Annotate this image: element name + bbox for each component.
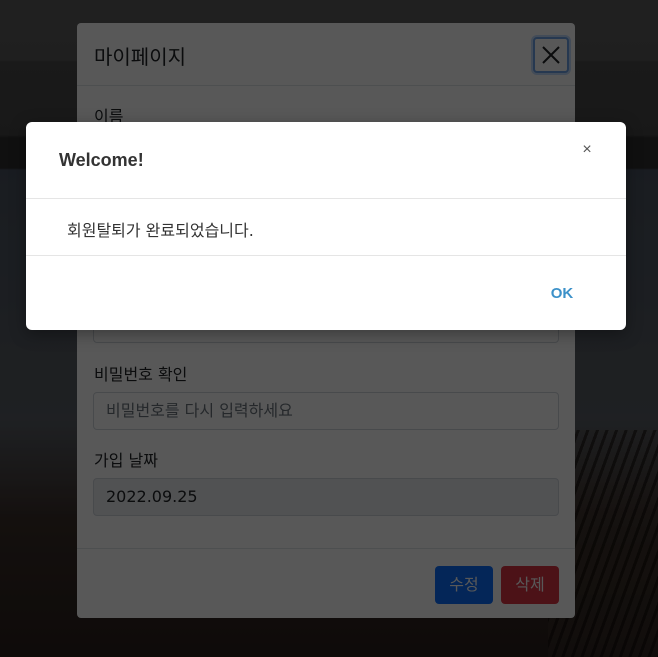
alert-dialog: Welcome! × 회원탈퇴가 완료되었습니다. OK [26, 122, 626, 330]
alert-close-button[interactable]: × [577, 140, 597, 160]
alert-body: 회원탈퇴가 완료되었습니다. [26, 199, 626, 256]
alert-title: Welcome! [59, 150, 144, 170]
alert-header: Welcome! × [26, 122, 626, 199]
ok-button[interactable]: OK [540, 282, 584, 306]
alert-message: 회원탈퇴가 완료되었습니다. [67, 221, 254, 240]
